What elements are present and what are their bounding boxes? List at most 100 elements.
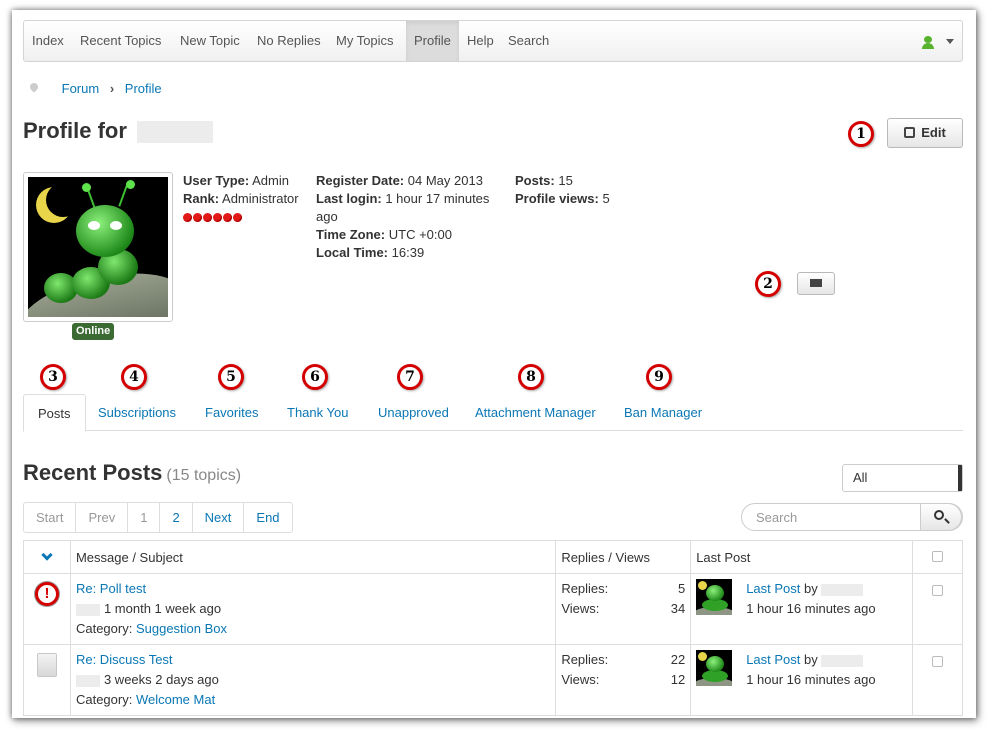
timezone-value: UTC +0:00 [388, 227, 452, 242]
last-post-link[interactable]: Last Post [746, 652, 800, 667]
callout-3: 3 [40, 364, 66, 390]
tab-thank-you[interactable]: Thank You [273, 394, 362, 431]
search-icon [934, 510, 944, 520]
tab-subscriptions[interactable]: Subscriptions [84, 394, 190, 431]
table-header-row: Message / Subject Replies / Views Last P… [23, 540, 963, 574]
profile-views-label: Profile views: [515, 191, 599, 206]
rank-star-icon [183, 213, 192, 222]
send-message-button[interactable] [797, 272, 835, 295]
table-row: Re: Discuss Test 3 weeks 2 days ago Cate… [23, 644, 963, 716]
nav-search[interactable]: Search [500, 21, 557, 61]
rank-star-icon [203, 213, 212, 222]
page-next[interactable]: Next [191, 503, 244, 532]
select-arrow-icon [958, 465, 962, 491]
edit-profile-button[interactable]: Edit [887, 118, 963, 148]
nav-my-topics[interactable]: My Topics [328, 21, 402, 61]
col-stats: Replies / Views [555, 540, 692, 574]
nav-index[interactable]: Index [24, 21, 72, 61]
col-subject: Message / Subject [69, 540, 557, 574]
page-1: 1 [127, 503, 159, 532]
replies-label: Replies: [561, 652, 609, 667]
chevron-down-icon [41, 548, 53, 561]
category-label: Category: [75, 692, 133, 707]
col-last-post: Last Post [690, 540, 914, 574]
tab-unapproved[interactable]: Unapproved [364, 394, 463, 431]
callout-2: 2 [755, 271, 781, 297]
tab-favorites[interactable]: Favorites [191, 394, 272, 431]
views-label: Views: [561, 672, 600, 687]
last-post-link[interactable]: Last Post [746, 581, 800, 596]
last-post-time: 1 hour 16 minutes ago [746, 601, 876, 616]
posts-label: Posts: [515, 173, 555, 188]
pagination: Start Prev 1 2 Next End [23, 502, 293, 533]
chevron-right-icon: › [109, 81, 115, 96]
edit-label: Edit [921, 125, 946, 140]
breadcrumb-profile[interactable]: Profile [125, 81, 162, 96]
nav-new-topic[interactable]: New Topic [172, 21, 248, 61]
redacted-author [75, 603, 100, 616]
page-start: Start [36, 510, 64, 525]
stats-column: Posts: 15 Profile views: 5 [515, 172, 655, 208]
envelope-icon [810, 279, 822, 287]
register-date-value: 04 May 2013 [407, 173, 483, 188]
rank-star-icon [213, 213, 222, 222]
caterpillar-avatar-image [28, 177, 168, 317]
row-checkbox[interactable] [932, 585, 943, 596]
tab-attachment-manager[interactable]: Attachment Manager [461, 394, 610, 431]
filter-selected-value: All [853, 470, 868, 485]
posts-value: 15 [558, 173, 573, 188]
rank-star-icon [193, 213, 202, 222]
rank-star-icon [223, 213, 232, 222]
views-count: 12 [670, 672, 686, 687]
alert-icon: ! [34, 582, 59, 606]
recent-posts-count: (15 topics) [166, 467, 242, 484]
top-navbar: Index Recent Topics New Topic No Replies… [23, 20, 963, 62]
category-link[interactable]: Welcome Mat [136, 692, 215, 707]
redacted-user [821, 583, 864, 596]
tab-ban-manager[interactable]: Ban Manager [610, 394, 716, 431]
callout-4: 4 [121, 364, 147, 390]
nav-help[interactable]: Help [459, 21, 502, 61]
profile-tabs: Posts Subscriptions Favorites Thank You … [23, 394, 963, 432]
rank-stars [183, 209, 308, 227]
rank-label: Rank: [183, 191, 220, 206]
user-menu[interactable] [920, 34, 954, 49]
page-title: Profile for [23, 118, 214, 144]
row-checkbox[interactable] [932, 656, 943, 667]
search-button[interactable] [920, 503, 962, 531]
nav-profile[interactable]: Profile [406, 21, 459, 61]
posts-table: Message / Subject Replies / Views Last P… [23, 540, 963, 716]
posts-filter-select[interactable]: All [842, 464, 963, 492]
user-icon [920, 34, 940, 49]
category-link[interactable]: Suggestion Box [136, 621, 227, 636]
post-time: 1 month 1 week ago [103, 601, 222, 616]
last-poster-avatar[interactable] [696, 650, 733, 686]
last-login-label: Last login: [316, 191, 382, 206]
last-poster-avatar[interactable] [696, 579, 733, 615]
callout-8: 8 [518, 364, 544, 390]
by-text: by [804, 581, 818, 596]
nav-no-replies[interactable]: No Replies [249, 21, 329, 61]
callout-7: 7 [397, 364, 423, 390]
sort-toggle[interactable] [23, 540, 71, 574]
rank-star-icon [233, 213, 242, 222]
document-icon [36, 653, 57, 677]
views-count: 34 [670, 601, 686, 616]
user-info-column: User Type: Admin Rank: Administrator [183, 172, 308, 227]
location-pin-icon [28, 81, 40, 93]
callout-6: 6 [302, 364, 328, 390]
page-2[interactable]: 2 [159, 503, 191, 532]
rank-value: Administrator [222, 191, 299, 206]
tab-posts[interactable]: Posts [23, 394, 86, 432]
page-prev: Prev [75, 503, 127, 532]
redacted-user [821, 654, 864, 667]
breadcrumb-forum[interactable]: Forum [62, 81, 100, 96]
search-input[interactable] [754, 504, 914, 530]
select-all-checkbox[interactable] [912, 540, 963, 574]
replies-count: 5 [677, 581, 686, 596]
post-subject-link[interactable]: Re: Discuss Test [76, 652, 173, 667]
online-status-badge: Online [72, 323, 115, 340]
page-end[interactable]: End [243, 503, 291, 532]
post-subject-link[interactable]: Re: Poll test [76, 581, 146, 596]
nav-recent-topics[interactable]: Recent Topics [72, 21, 169, 61]
